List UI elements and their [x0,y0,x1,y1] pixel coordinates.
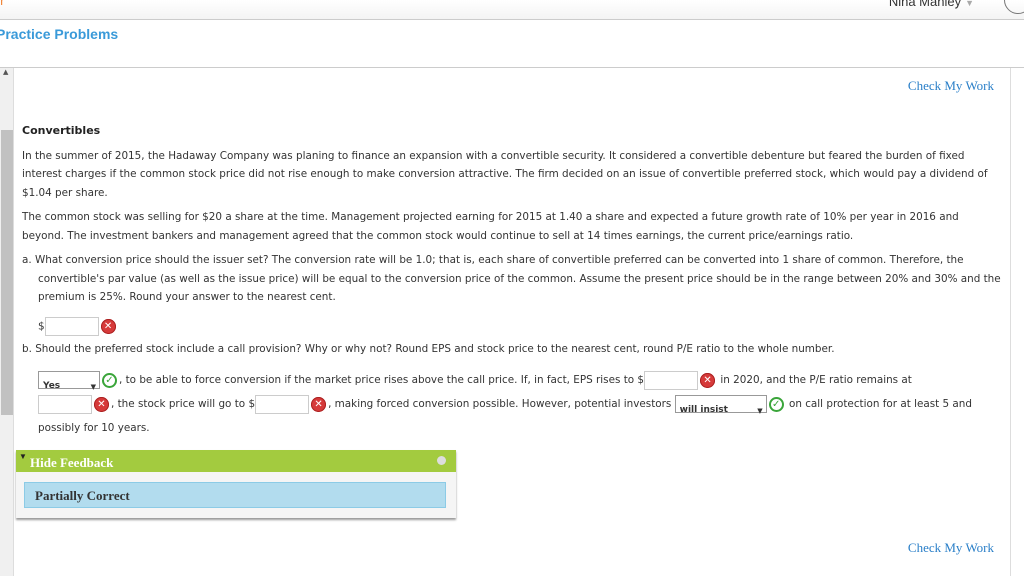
problem: Convertibles In the summer of 2015, the … [22,122,1002,440]
incorrect-icon: ✕ [311,396,327,412]
hide-feedback-toggle[interactable]: ▼ Hide Feedback [16,450,456,472]
question-b: b. Should the preferred stock include a … [22,342,835,355]
chevron-down-icon: ▼ [965,0,974,8]
help-icon[interactable] [1004,0,1024,14]
correct-icon: ✓ [768,396,784,412]
pin-icon[interactable] [437,456,446,465]
stock-price-input[interactable] [255,394,310,414]
correct-icon: ✓ [102,372,117,388]
user-menu[interactable]: Nina Manley ▼ [889,0,974,9]
chevron-down-icon: ▼ [757,407,763,415]
scrollbar[interactable]: ▲ [0,68,14,576]
select-value: will insist [679,405,728,415]
text: , to be able to force conversion if the … [119,374,645,386]
text: , making forced conversion possible. How… [328,398,672,410]
top-bar: r Nina Manley ▼ [0,0,1024,20]
text: in 2020, and the P/E ratio remains at [717,374,912,386]
dollar-sign: $ [38,320,45,332]
incorrect-icon: ✕ [100,318,116,334]
eps-input[interactable] [644,370,699,390]
check-my-work-button[interactable]: Check My Work [908,78,994,94]
paragraph: The common stock was selling for $20 a s… [22,211,959,242]
scroll-up-icon[interactable]: ▲ [3,68,8,76]
divider [1010,68,1011,576]
divider [0,67,1024,68]
call-provision-select[interactable]: Yes ▼ [38,371,100,391]
problem-title: Convertibles [22,124,101,137]
conversion-price-input[interactable] [44,316,99,336]
question-a: a. What conversion price should the issu… [22,254,1001,303]
feedback-panel: ▼ Hide Feedback Partially Correct [16,450,456,518]
incorrect-icon: ✕ [94,396,109,412]
chevron-down-icon: ▼ [90,383,96,391]
feedback-status: Partially Correct [24,482,446,508]
logo: r [0,0,5,8]
page-title: Practice Problems [0,26,119,42]
text: , the stock price will go to $ [111,398,256,410]
select-value: Yes [43,381,61,391]
user-name: Nina Manley [888,0,962,9]
feedback-toggle-label: Hide Feedback [30,455,114,470]
check-my-work-button[interactable]: Check My Work [908,540,994,556]
pe-ratio-input[interactable] [38,394,92,414]
paragraph: In the summer of 2015, the Hadaway Compa… [22,149,988,199]
incorrect-icon: ✕ [700,372,716,388]
investors-select[interactable]: will insist ▼ [674,395,767,415]
scroll-thumb[interactable] [1,130,13,415]
triangle-down-icon: ▼ [19,452,27,461]
answer-a: $ ✕ [38,316,1002,336]
answer-b: Yes ▼ ✓, to be able to force conversion if… [22,368,1002,440]
